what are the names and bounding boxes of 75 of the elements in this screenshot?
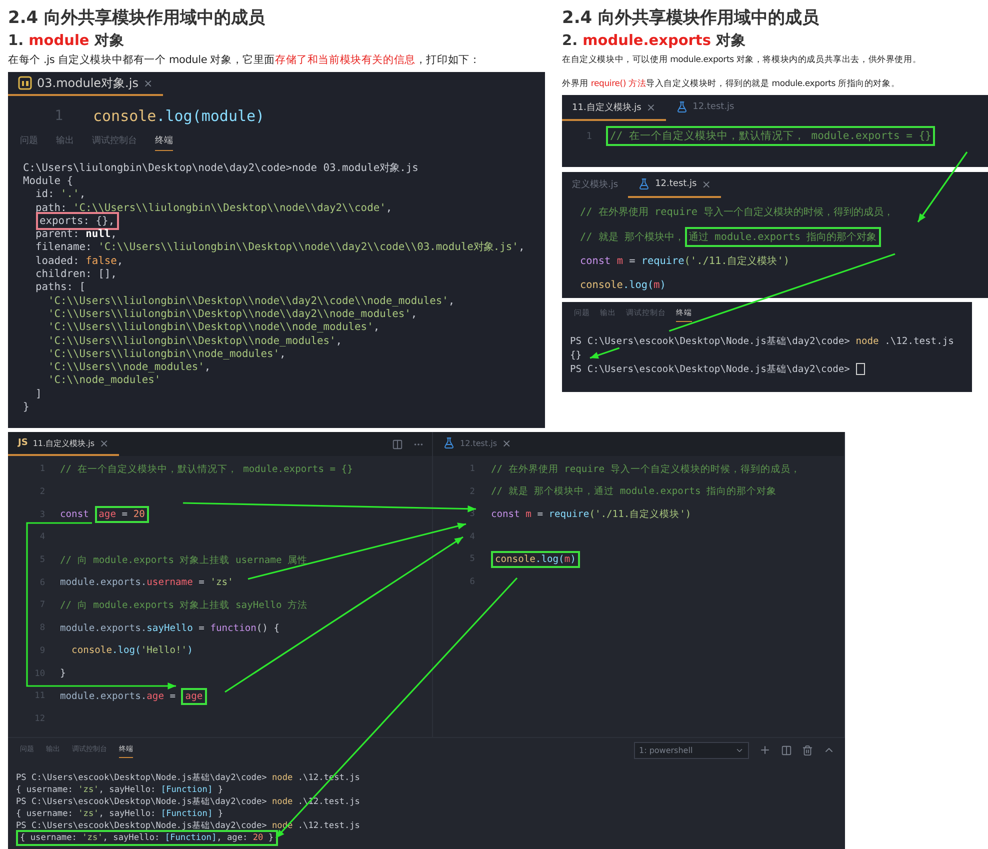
code-line: PS C:\Users\escook\Desktop\Node.js基础\day2\code> node .\12.test.js: [570, 334, 954, 348]
flask-icon: [676, 101, 688, 113]
panel-tab[interactable]: 终端: [155, 134, 173, 151]
code-line: parent: null,: [34, 228, 117, 240]
code-line: 'C:\\node_modules': [47, 374, 161, 386]
file-tab[interactable]: 03.module对象.js ×: [8, 72, 163, 96]
code-line: { username: 'zs', sayHello: [Function] }: [16, 809, 223, 819]
code-line: {}: [570, 350, 582, 360]
code-line: Module {: [23, 174, 74, 187]
file-tab[interactable]: 定义模块.js: [562, 172, 628, 198]
code-line: }: [23, 400, 30, 413]
code-line: 'C:\\Users\\liulongbin\\Desktop\\node_modules',: [47, 334, 342, 346]
section-heading: 2. module.exports 对象: [562, 32, 748, 50]
code-line: paths: [: [34, 281, 86, 294]
code-line: console.log(m): [580, 280, 666, 292]
code-line: children: [],: [34, 268, 117, 280]
code-line: 'C:\\Users\\liulongbin\\Desktop\\node\\node_modules',: [47, 321, 380, 334]
code-text: =: [168, 690, 177, 702]
terminal-select[interactable]: 1: powershell: [634, 742, 749, 758]
slide-title: 2.4 向外共享模块作用域中的成员: [562, 7, 820, 29]
code-line: 'C:\\Users\\liulongbin\\node_modules',: [47, 348, 286, 360]
slide-title: 2.4 向外共享模块作用域中的成员: [8, 7, 266, 29]
code-line: 'C:\\Users\\node_modules',: [47, 361, 211, 374]
code-line: filename: 'C:\\Users\\liulongbin\\Desktop\\node\\day2\\code\\03.module对象.js',: [34, 240, 525, 254]
arrow: [917, 152, 968, 222]
code-line: // 在外界使用 require 导入一个自定义模块的时候，得到的成员，: [580, 206, 894, 220]
highlighted-code: console.log(m): [490, 550, 580, 568]
code-line: C:\Users\liulongbin\Desktop\node\day2\code>node 03.module对象.js: [23, 160, 418, 175]
code-line: path: 'C:\\Users\\liulongbin\\Desktop\\node\\day2\\code',: [34, 202, 392, 214]
code-line: }: [60, 668, 66, 680]
panel-tab[interactable]: 问题: [20, 134, 38, 151]
code-line: module.exports.username = 'zs': [60, 577, 234, 588]
flask-icon: [638, 178, 650, 190]
file-tab[interactable]: 12.test.js: [666, 95, 744, 121]
code-line: console.log('Hello!'): [70, 645, 193, 656]
description: 在每个 .js 自定义模块中都有一个 module 对象，它里面存储了和当前模块有关的信息，打印如下：: [8, 53, 482, 67]
code-line: // 在一个自定义模块中，默认情况下， module.exports = {}: [60, 462, 353, 476]
code-text: age: [146, 690, 164, 702]
delete-icon[interactable]: [802, 744, 813, 756]
split-editor-icon[interactable]: [392, 438, 403, 450]
code-line: // 向 module.exports 对象上挂载 sayHello 方法: [60, 598, 308, 612]
code-text: // 就是 那个模块中，: [580, 230, 685, 244]
code-line: // 在外界使用 require 导入一个自定义模块的时候，得到的成员，: [490, 462, 800, 476]
split-terminal-icon[interactable]: [781, 744, 792, 756]
code-line: id: '.',: [34, 188, 86, 200]
code-line: const m = require('./11.自定义模块'): [580, 254, 790, 268]
panel-tab[interactable]: 输出: [56, 134, 74, 151]
code-line: 'C:\\Users\\liulongbin\\Desktop\\node\\day2\\node_modules',: [47, 308, 418, 320]
highlighted-code: // 在一个自定义模块中，默认情况下， module.exports = {}: [606, 126, 936, 146]
code-line: // 向 module.exports 对象上挂载 username 属性: [60, 554, 308, 567]
code-line: console.log(module): [93, 107, 265, 125]
code-line: ]: [34, 388, 42, 400]
description: 在自定义模块中，可以使用 module.exports 对象，将模块内的成员共享出去，供外界使用。: [562, 54, 922, 66]
code-line: loaded: false,: [34, 254, 124, 267]
note: 外界用 require() 方法导入自定义模块时，得到的就是 module.exports 所指向的对象。: [562, 78, 901, 90]
highlighted-code: age: [181, 688, 207, 705]
highlighted-code: exports: {},: [36, 212, 119, 230]
flask-icon: [442, 437, 455, 449]
js-file-icon: [18, 76, 32, 90]
section-heading: 1. module 对象: [8, 32, 126, 50]
highlighted-code: age = 20: [94, 506, 149, 524]
code-line: { username: 'zs', sayHello: [Function] }: [16, 785, 223, 795]
code-text: PS C:\Users\escook\Desktop\Node.js基础\day2\code>: [570, 362, 851, 376]
code-line: const m = require('./11.自定义模块'): [490, 508, 692, 521]
highlighted-code: 通过 module.exports 指向的那个对象: [684, 226, 881, 247]
file-tab[interactable]: 12.test.js ×: [628, 172, 721, 198]
code-line: module.exports.sayHello = function() {: [60, 622, 280, 634]
file-tab[interactable]: 11.自定义模块.js ×: [562, 95, 666, 121]
add-icon[interactable]: [759, 744, 771, 756]
highlighted-code: { username: 'zs', sayHello: [Function], age: 20 }: [16, 830, 278, 846]
code-text: const: [60, 509, 90, 520]
code-text: module.exports.: [60, 690, 147, 702]
code-line: 'C:\\Users\\liulongbin\\Desktop\\node\\day2\\code\\node_modules',: [47, 294, 455, 307]
panel-tab[interactable]: 调试控制台: [92, 134, 137, 151]
code-line: // 就是 那个模块中，通过 module.exports 指向的那个对象: [490, 485, 777, 498]
